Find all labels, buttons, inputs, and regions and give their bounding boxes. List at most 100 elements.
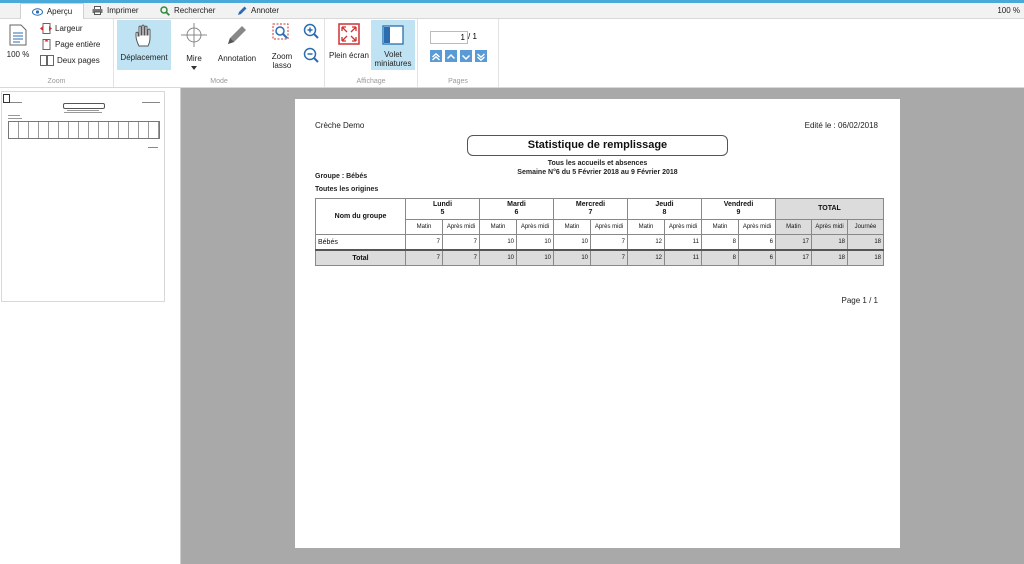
table-cell: 11 <box>664 234 702 251</box>
total-cell: 18 <box>847 234 884 251</box>
plein-ecran-label: Plein écran <box>328 51 370 60</box>
zoom-out-button[interactable] <box>302 47 320 65</box>
last-page-button[interactable] <box>475 50 487 62</box>
table-cell: 10 <box>479 249 517 266</box>
table-cell: 7 <box>405 249 443 266</box>
affichage-group-label: Affichage <box>356 78 386 85</box>
tab-imprimer[interactable]: Imprimer <box>92 3 139 18</box>
document-zoom-icon <box>9 24 27 46</box>
table-cell: 8 <box>701 234 739 251</box>
annotation-label: Annotation <box>217 54 257 63</box>
largeur-button[interactable]: Largeur <box>40 23 83 34</box>
mire-label: Mire <box>186 54 202 63</box>
tab-apercu[interactable]: Aperçu <box>20 3 84 19</box>
chevron-down-icon[interactable] <box>191 66 197 70</box>
search-icon <box>160 5 170 16</box>
chevron-down-icon <box>461 54 471 61</box>
thumbnail-text-line <box>8 118 22 119</box>
apres-midi-header: Après midi <box>738 219 776 235</box>
table-cell: 7 <box>442 249 480 266</box>
document-viewer[interactable]: Crèche Demo Edité le : 06/02/2018 Statis… <box>181 88 1024 564</box>
full-page-icon <box>42 39 51 50</box>
row-label: Bébés <box>315 234 406 250</box>
thumbnail-text-line <box>8 115 20 116</box>
group-name-header: Nom du groupe <box>315 198 406 235</box>
table-cell: 8 <box>701 249 739 266</box>
table-total-row: Total 7 7 10 10 10 7 12 11 8 6 17 18 18 <box>315 249 884 266</box>
deux-pages-button[interactable]: Deux pages <box>40 55 100 66</box>
report-subtitle-2: Semaine N°6 du 5 Février 2018 au 9 Févri… <box>517 169 678 176</box>
apres-midi-header: Après midi <box>664 219 702 235</box>
total-cell: 17 <box>775 234 812 251</box>
day-header-vendredi: Vendredi 9 <box>701 198 776 220</box>
matin-header: Matin <box>701 219 739 235</box>
next-page-button[interactable] <box>460 50 472 62</box>
fullscreen-icon <box>338 23 360 45</box>
chevron-up-icon <box>446 53 456 60</box>
thumbnail-title-box <box>63 103 105 109</box>
mire-button[interactable]: Mire <box>174 23 214 72</box>
zoom-100-label: 100 % <box>6 50 30 59</box>
day-number: 5 <box>440 209 445 216</box>
total-cell: 18 <box>811 234 848 251</box>
day-name: Lundi <box>432 201 453 208</box>
page-total: / 1 <box>468 32 477 41</box>
double-chevron-down-icon <box>477 53 485 62</box>
fit-width-icon <box>40 23 52 34</box>
page-entiere-button[interactable]: Page entière <box>40 39 100 50</box>
day-name: Vendredi <box>723 201 754 208</box>
zoom-100-button[interactable]: 100 % <box>4 24 32 59</box>
origin-heading: Toutes les origines <box>315 186 379 193</box>
zoom-lasso-label-1: Zoom <box>271 52 293 61</box>
total-matin-header: Matin <box>775 219 812 235</box>
day-header-mardi: Mardi 6 <box>479 198 554 220</box>
thumbnail-text-line <box>148 147 158 148</box>
page-thumbnail[interactable] <box>1 91 165 302</box>
total-journee-header: Journée <box>847 219 884 235</box>
table-cell: 11 <box>664 249 702 266</box>
table-cell: 10 <box>516 234 554 251</box>
zoom-in-button[interactable] <box>302 23 320 41</box>
zoom-lasso-button[interactable]: Zoom lasso <box>266 23 298 70</box>
tab-rechercher[interactable]: Rechercher <box>160 3 215 18</box>
tab-rechercher-label: Rechercher <box>174 6 216 15</box>
annotation-button[interactable]: Annotation <box>214 23 260 63</box>
table-cell: 12 <box>627 249 665 266</box>
table-cell: 10 <box>479 234 517 251</box>
day-name: Mardi <box>507 201 526 208</box>
apres-midi-header: Après midi <box>590 219 628 235</box>
total-row-label: Total <box>315 249 406 266</box>
thumbnail-text-line <box>10 102 22 103</box>
pages-group-label: Pages <box>448 78 468 85</box>
hand-icon <box>135 24 151 47</box>
tab-annoter[interactable]: Annoter <box>237 3 279 18</box>
deplacement-label: Déplacement <box>120 53 168 62</box>
volet-label-1: Volet <box>384 50 402 59</box>
day-header-jeudi: Jeudi 8 <box>627 198 702 220</box>
plein-ecran-button[interactable]: Plein écran <box>327 23 371 60</box>
zoom-out-icon <box>303 47 319 63</box>
volet-miniatures-button[interactable]: Volet miniatures <box>371 20 415 70</box>
day-header-lundi: Lundi 5 <box>405 198 480 220</box>
deplacement-button[interactable]: Déplacement <box>117 20 171 70</box>
table-cell: 12 <box>627 234 665 251</box>
matin-header: Matin <box>553 219 591 235</box>
first-page-button[interactable] <box>430 50 442 62</box>
report-title: Statistique de remplissage <box>467 135 728 156</box>
prev-page-button[interactable] <box>445 50 457 62</box>
total-header: TOTAL <box>775 198 884 220</box>
table-cell: 7 <box>405 234 443 251</box>
thumbnail-page-number <box>3 94 10 103</box>
table-cell: 10 <box>516 249 554 266</box>
table-header-row: Nom du groupe Lundi 5 Mardi 6 Mercredi 7 Je… <box>315 198 884 235</box>
table-row: Bébés 7 7 10 10 10 7 12 11 8 6 17 18 18 <box>315 234 884 251</box>
statistics-table: Nom du groupe Lundi 5 Mardi 6 Mercredi 7 Je… <box>315 198 884 266</box>
page-footer: Page 1 / 1 <box>841 296 878 305</box>
total-cell: 18 <box>847 249 884 266</box>
page-number-input[interactable] <box>430 31 468 44</box>
mode-group: Déplacement Mire Annotation Zoom lasso M… <box>114 19 325 87</box>
thumbnail-sidebar[interactable] <box>0 88 181 564</box>
tab-apercu-label: Aperçu <box>46 7 73 16</box>
day-header-mercredi: Mercredi 7 <box>553 198 628 220</box>
edition-date: Edité le : 06/02/2018 <box>804 121 878 130</box>
